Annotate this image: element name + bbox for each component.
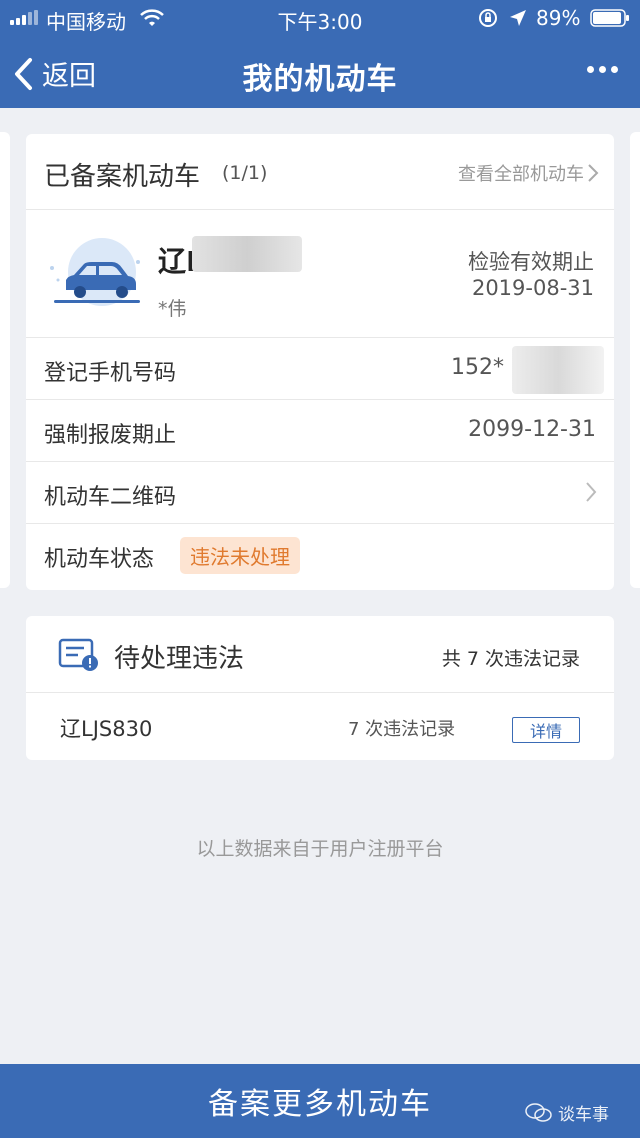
more-dot-icon	[599, 66, 606, 73]
violations-total: 共 7 次违法记录	[441, 648, 580, 670]
phone-value: 152*	[451, 355, 504, 380]
watermark-text: 谈车事	[558, 1105, 609, 1125]
vehicle-card: 已备案机动车 (1/1) 查看全部机动车 辽L *伟 检验有效期止 2019-0…	[26, 134, 614, 590]
plate-redaction	[192, 236, 302, 272]
vehicle-card-title: 已备案机动车	[44, 162, 201, 192]
vehicle-count: (1/1)	[222, 162, 268, 184]
inspection-date: 2019-08-31	[471, 276, 594, 300]
rotation-lock-icon	[479, 9, 497, 27]
violations-title: 待处理违法	[114, 644, 245, 674]
scrap-date-value: 2099-12-31	[468, 417, 596, 442]
status-badge: 违法未处理	[180, 537, 300, 574]
view-all-vehicles-link[interactable]: 查看全部机动车	[458, 160, 600, 186]
violation-count: 7 次违法记录	[348, 719, 456, 740]
nav-bar: 返回 我的机动车	[0, 36, 640, 108]
violations-header: 待处理违法 共 7 次违法记录	[26, 616, 614, 693]
phone-redaction	[512, 346, 604, 394]
scrap-date-label: 强制报废期止	[44, 423, 177, 448]
status-bar: 中国移动 下午3:00 89%	[0, 0, 640, 36]
chevron-right-icon	[588, 164, 599, 182]
vehicle-summary[interactable]: 辽L *伟 检验有效期止 2019-08-31	[26, 210, 614, 338]
violation-item: 辽LJS830 7 次违法记录 详情	[26, 693, 614, 760]
violation-plate: 辽LJS830	[60, 717, 153, 741]
chat-bubble-icon	[525, 1102, 552, 1122]
more-menu-button[interactable]	[587, 66, 618, 73]
phone-label: 登记手机号码	[44, 361, 177, 386]
more-dot-icon	[611, 66, 618, 73]
battery-icon	[590, 9, 629, 27]
page-title: 我的机动车	[242, 62, 398, 97]
more-dot-icon	[587, 66, 594, 73]
qr-code-row[interactable]: 机动车二维码	[26, 462, 614, 524]
vehicle-status-row: 机动车状态 违法未处理	[26, 524, 614, 590]
view-all-label: 查看全部机动车	[458, 164, 584, 185]
location-icon	[510, 10, 526, 26]
inspection-label: 检验有效期止	[468, 250, 594, 274]
violation-document-icon	[58, 638, 98, 671]
scrap-date-row: 强制报废期止 2099-12-31	[26, 400, 614, 462]
car-icon	[50, 238, 140, 306]
qr-code-label: 机动车二维码	[44, 485, 177, 510]
phone-row: 登记手机号码 152*	[26, 338, 614, 400]
violations-card: 待处理违法 共 7 次违法记录 辽LJS830 7 次违法记录 详情	[26, 616, 614, 760]
details-button[interactable]: 详情	[512, 717, 580, 743]
vehicle-status-label: 机动车状态	[44, 547, 155, 572]
next-card-edge	[630, 132, 640, 588]
data-source-note: 以上数据来自于用户注册平台	[196, 838, 444, 860]
chevron-right-icon	[586, 482, 597, 502]
watermark: 谈车事	[524, 1100, 609, 1125]
previous-card-edge	[0, 132, 10, 588]
vehicle-card-header: 已备案机动车 (1/1) 查看全部机动车	[26, 134, 614, 210]
battery-percent: 89%	[536, 6, 581, 30]
owner-name: *伟	[158, 298, 187, 320]
